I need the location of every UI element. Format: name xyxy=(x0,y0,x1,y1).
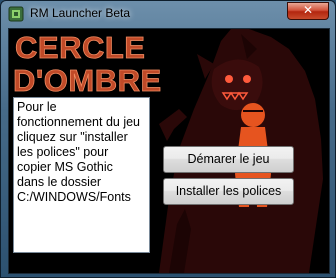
launcher-window: RM Launcher Beta ✕ CERCLE D'OMBRE Pour l… xyxy=(0,0,336,278)
title-bar[interactable]: RM Launcher Beta ✕ xyxy=(1,1,335,27)
banner-line-2: D'OMBRE xyxy=(13,63,162,98)
start-game-button[interactable]: Démarer le jeu xyxy=(163,146,294,173)
app-icon xyxy=(8,6,24,22)
launcher-content: CERCLE D'OMBRE Pour le fonctionnement du… xyxy=(8,28,330,274)
instructions-textbox[interactable]: Pour le fonctionnement du jeu cliquez su… xyxy=(13,97,150,253)
window-title: RM Launcher Beta xyxy=(30,6,131,20)
instructions-text: Pour le fonctionnement du jeu cliquez su… xyxy=(17,100,141,204)
close-icon: ✕ xyxy=(302,3,314,17)
install-fonts-button[interactable]: Installer les polices xyxy=(163,178,294,205)
banner-line-1: CERCLE xyxy=(15,30,145,65)
close-button[interactable]: ✕ xyxy=(287,2,329,20)
